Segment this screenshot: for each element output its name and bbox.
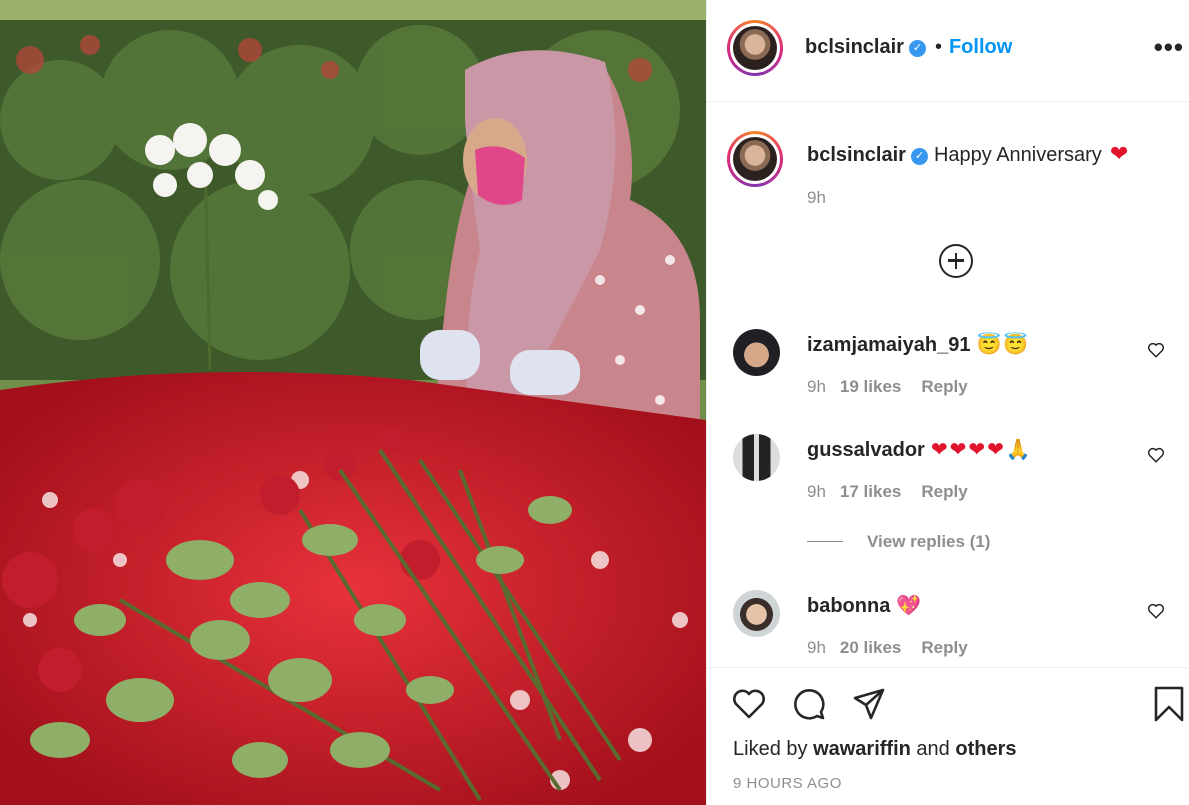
reply-button[interactable]: Reply: [921, 482, 967, 501]
caption-timestamp[interactable]: 9h: [807, 188, 826, 208]
post-timestamp[interactable]: 9 HOURS AGO: [733, 775, 842, 792]
comment-meta: 9h 20 likes Reply: [807, 638, 968, 658]
comment-text: 😇😇: [976, 334, 1031, 356]
view-replies-label: View replies (1): [867, 532, 991, 551]
heart-icon[interactable]: [731, 686, 767, 722]
comment-meta: 9h 19 likes Reply: [807, 377, 968, 397]
comment-text: ❤❤❤❤🙏: [930, 439, 1033, 461]
comment-time[interactable]: 9h: [807, 377, 826, 396]
post-actions: Liked by wawariffin and others 9 HOURS A…: [707, 667, 1189, 805]
caption-username[interactable]: bclsinclair: [807, 144, 906, 166]
commenter-username[interactable]: gussalvador: [807, 439, 925, 461]
reply-button[interactable]: Reply: [921, 377, 967, 396]
commenter-username[interactable]: babonna: [807, 595, 890, 617]
post-caption: bclsinclair ✓ Happy Anniversary ❤: [807, 141, 1128, 167]
author-avatar[interactable]: [727, 20, 783, 76]
liked-by-others[interactable]: others: [955, 738, 1016, 760]
liked-by-and: and: [916, 738, 950, 760]
comment-likes[interactable]: 17 likes: [840, 482, 901, 501]
comment-meta: 9h 17 likes Reply: [807, 482, 968, 502]
load-more-comments-icon[interactable]: [939, 244, 973, 278]
comment-time[interactable]: 9h: [807, 638, 826, 657]
separator-dot: •: [934, 36, 942, 58]
reply-button[interactable]: Reply: [921, 638, 967, 657]
grave-photo-illustration: [0, 0, 706, 805]
comment-like-heart-icon[interactable]: [1147, 602, 1165, 620]
liked-by-summary: Liked by wawariffin and others: [733, 738, 1016, 761]
view-replies-divider: [807, 541, 843, 542]
liked-by-prefix: Liked by: [733, 738, 808, 760]
view-replies-button[interactable]: View replies (1): [807, 532, 990, 552]
bookmark-icon[interactable]: [1151, 686, 1187, 722]
comment-like-heart-icon[interactable]: [1147, 446, 1165, 464]
comment-text: 💖: [896, 595, 924, 617]
liked-by-user[interactable]: wawariffin: [813, 738, 911, 760]
comment-likes[interactable]: 19 likes: [840, 377, 901, 396]
instagram-post-view: bclsinclair ✓ • Follow ••• bclsinclair ✓ Happ…: [0, 0, 1189, 805]
commenter-avatar[interactable]: [733, 434, 780, 481]
caption-author-avatar[interactable]: [727, 131, 783, 187]
post-photo[interactable]: [0, 0, 706, 805]
verified-badge-icon: ✓: [908, 40, 926, 57]
follow-button[interactable]: Follow: [949, 36, 1012, 58]
commenter-username[interactable]: izamjamaiyah_91: [807, 334, 970, 356]
commenter-avatar[interactable]: [733, 590, 780, 637]
post-header: bclsinclair ✓ • Follow •••: [707, 0, 1189, 102]
post-sidebar: bclsinclair ✓ • Follow ••• bclsinclair ✓ Happ…: [706, 0, 1189, 805]
comment-like-heart-icon[interactable]: [1147, 341, 1165, 359]
author-username[interactable]: bclsinclair: [805, 36, 904, 58]
caption-text: Happy Anniversary: [933, 144, 1102, 166]
comment-time[interactable]: 9h: [807, 482, 826, 501]
caption-verified-badge-icon: ✓: [910, 148, 928, 165]
comment-likes[interactable]: 20 likes: [840, 638, 901, 657]
commenter-avatar[interactable]: [733, 329, 780, 376]
caption-heart-emoji: ❤: [1109, 141, 1129, 166]
share-icon[interactable]: [851, 686, 887, 722]
more-options-icon[interactable]: •••: [1154, 32, 1184, 63]
comment-icon[interactable]: [791, 686, 827, 722]
